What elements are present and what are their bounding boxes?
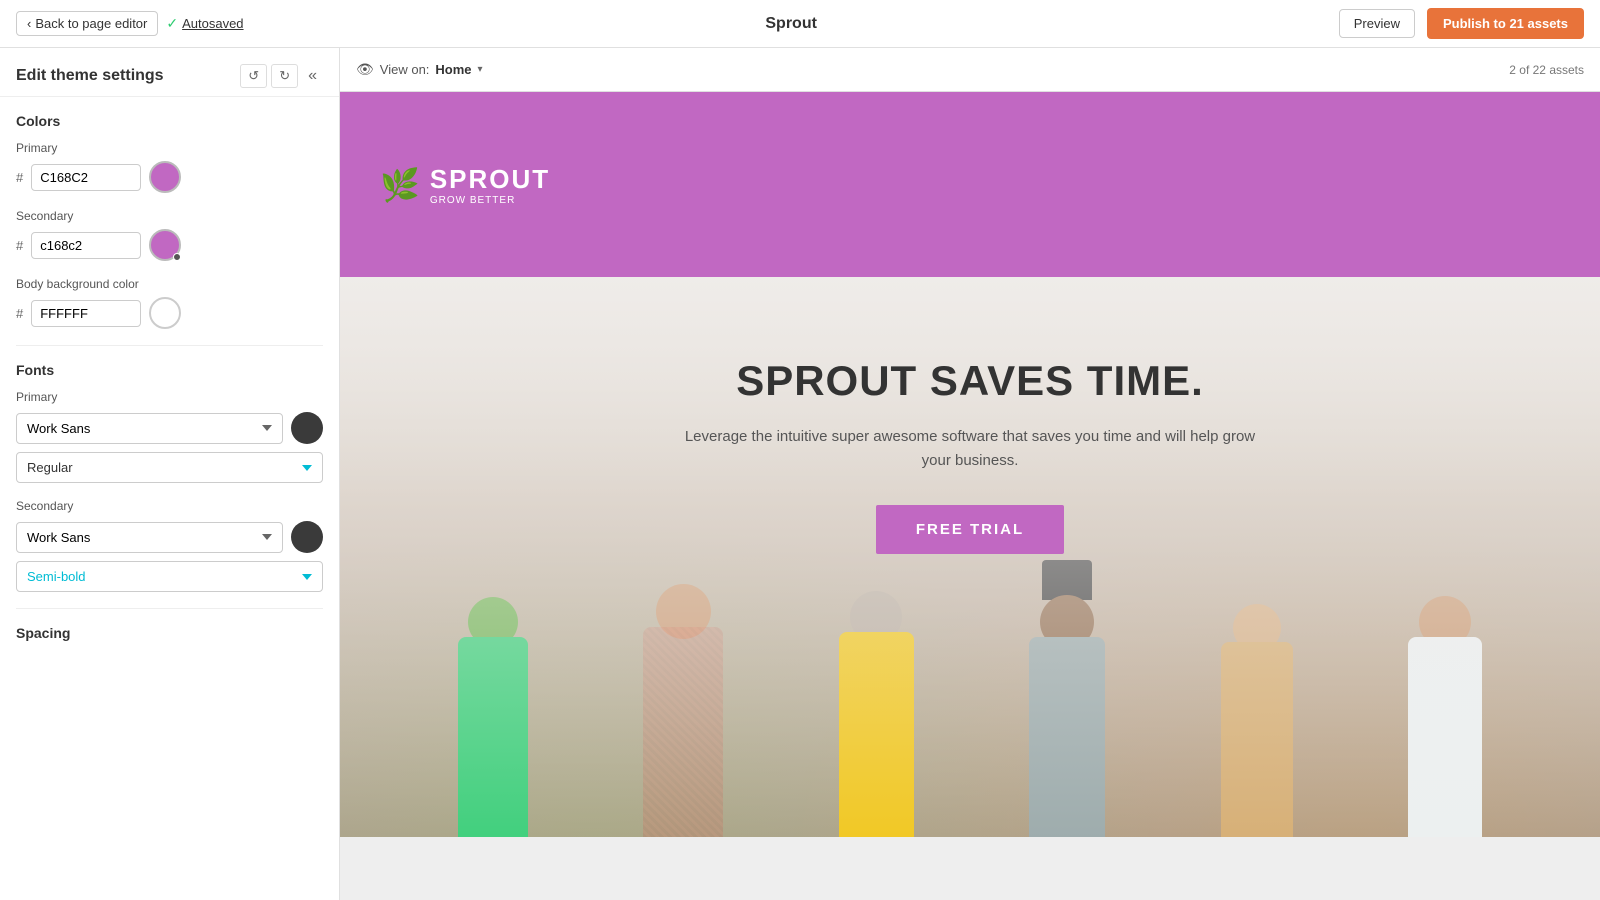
fonts-section-title: Fonts <box>16 362 323 378</box>
logo-tagline: GROW BETTER <box>430 195 550 206</box>
view-on-label: 👁 View on: Home ▾ <box>356 61 483 78</box>
right-panel: 👁 View on: Home ▾ 2 of 22 assets 🌿 SPROU… <box>340 48 1600 900</box>
body-bg-label: Body background color <box>16 277 323 291</box>
view-on-text: View on: <box>380 62 430 77</box>
site-logo: 🌿 SPROUT GROW BETTER <box>380 164 550 206</box>
panel-header: Edit theme settings ↺ ↻ « <box>0 48 339 97</box>
top-bar-right: Preview Publish to 21 assets <box>1339 8 1584 39</box>
primary-color-label: Primary <box>16 141 323 155</box>
secondary-font-weight-dropdown[interactable]: Semi-bold Regular Bold Light <box>16 561 323 592</box>
website-preview: 🌿 SPROUT GROW BETTER <box>340 92 1600 837</box>
panel-actions: ↺ ↻ <box>240 64 298 88</box>
site-header: 🌿 SPROUT GROW BETTER <box>340 92 1600 277</box>
left-panel: Edit theme settings ↺ ↻ « Colors Primary… <box>0 48 340 900</box>
primary-color-row: # <box>16 161 323 193</box>
secondary-color-group: Secondary # <box>16 209 323 261</box>
autosaved-check-icon: ✓ <box>166 15 178 32</box>
main-layout: Edit theme settings ↺ ↻ « Colors Primary… <box>0 48 1600 900</box>
secondary-color-row: # <box>16 229 323 261</box>
back-chevron-icon: ‹ <box>27 16 31 31</box>
top-bar: ‹ Back to page editor ✓ Autosaved Sprout… <box>0 0 1600 48</box>
logo-text: SPROUT GROW BETTER <box>430 164 550 206</box>
spacing-section-title: Spacing <box>16 625 323 641</box>
logo-leaf-icon: 🌿 <box>380 166 420 204</box>
autosaved-label[interactable]: Autosaved <box>182 16 243 31</box>
panel-collapse-button[interactable]: « <box>302 65 323 87</box>
secondary-color-label: Secondary <box>16 209 323 223</box>
primary-hash: # <box>16 170 23 185</box>
colors-section-title: Colors <box>16 113 323 129</box>
redo-button[interactable]: ↻ <box>271 64 298 88</box>
hero-content: SPROUT SAVES TIME. Leverage the intuitiv… <box>660 357 1280 554</box>
undo-button[interactable]: ↺ <box>240 64 267 88</box>
primary-font-section: Primary Work Sans Open Sans Roboto Lato … <box>16 390 323 483</box>
preview-toolbar: 👁 View on: Home ▾ 2 of 22 assets <box>340 48 1600 92</box>
site-name: Sprout <box>765 15 817 33</box>
back-button-label: Back to page editor <box>35 16 147 31</box>
secondary-font-label: Secondary <box>16 499 323 513</box>
primary-color-input[interactable] <box>31 164 141 191</box>
panel-body: Colors Primary # Secondary # <box>0 97 339 669</box>
primary-color-group: Primary # <box>16 141 323 193</box>
preview-button[interactable]: Preview <box>1339 9 1415 38</box>
secondary-hash: # <box>16 238 23 253</box>
secondary-color-swatch[interactable] <box>149 229 181 261</box>
eye-icon: 👁 <box>356 61 374 78</box>
home-link[interactable]: Home <box>435 62 471 77</box>
primary-font-dropdown[interactable]: Work Sans Open Sans Roboto Lato <box>16 413 283 444</box>
secondary-font-section: Secondary Work Sans Open Sans Roboto Lat… <box>16 499 323 592</box>
body-bg-swatch[interactable] <box>149 297 181 329</box>
secondary-font-color-dot[interactable] <box>291 521 323 553</box>
hero-subtext: Leverage the intuitive super awesome sof… <box>680 425 1260 473</box>
primary-color-swatch[interactable] <box>149 161 181 193</box>
assets-count: 2 of 22 assets <box>1509 63 1584 77</box>
back-to-editor-button[interactable]: ‹ Back to page editor <box>16 11 158 36</box>
primary-font-label: Primary <box>16 390 323 404</box>
home-dropdown-arrow[interactable]: ▾ <box>478 64 483 75</box>
autosaved-indicator: ✓ Autosaved <box>166 15 243 32</box>
section-divider <box>16 345 323 346</box>
body-bg-color-group: Body background color # <box>16 277 323 329</box>
site-hero: SPROUT SAVES TIME. Leverage the intuitiv… <box>340 277 1600 837</box>
primary-font-weight-dropdown[interactable]: Regular Bold Semi-bold Light <box>16 452 323 483</box>
panel-title: Edit theme settings <box>16 67 164 85</box>
secondary-color-input[interactable] <box>31 232 141 259</box>
secondary-font-dropdown[interactable]: Work Sans Open Sans Roboto Lato <box>16 522 283 553</box>
publish-button[interactable]: Publish to 21 assets <box>1427 8 1584 39</box>
body-bg-hash: # <box>16 306 23 321</box>
top-bar-left: ‹ Back to page editor ✓ Autosaved <box>16 11 244 36</box>
preview-content: 🌿 SPROUT GROW BETTER <box>340 92 1600 900</box>
primary-font-select-row: Work Sans Open Sans Roboto Lato <box>16 412 323 444</box>
body-bg-input[interactable] <box>31 300 141 327</box>
hero-headline: SPROUT SAVES TIME. <box>680 357 1260 405</box>
spacing-divider <box>16 608 323 609</box>
secondary-font-select-row: Work Sans Open Sans Roboto Lato <box>16 521 323 553</box>
hero-cta-button[interactable]: FREE TRIAL <box>876 505 1064 554</box>
body-bg-row: # <box>16 297 323 329</box>
logo-brand: SPROUT <box>430 164 550 195</box>
primary-font-color-dot[interactable] <box>291 412 323 444</box>
